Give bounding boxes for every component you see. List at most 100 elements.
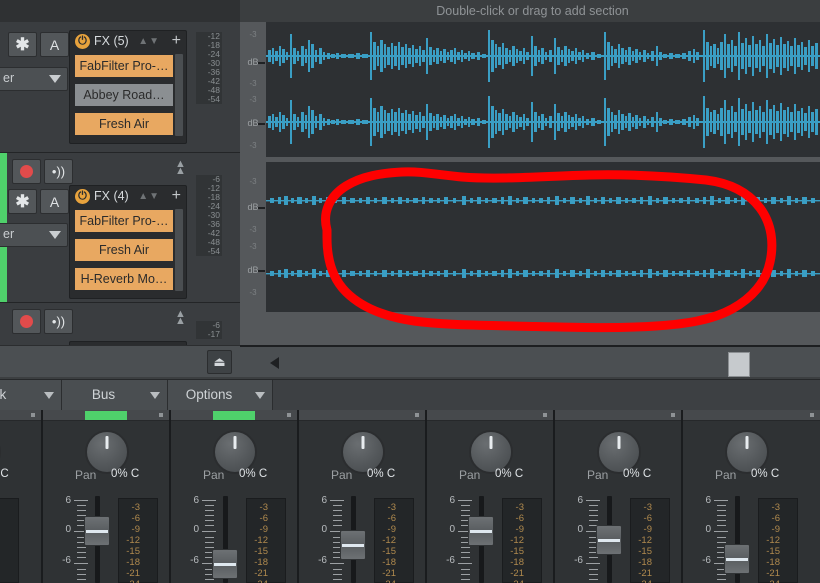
fx-rack-1[interactable]: ⏻ FX (5) ▲▼ + FabFilter Pro-… Abbey Road…	[69, 30, 187, 144]
strip-marker-icon	[159, 413, 163, 417]
fx-slot[interactable]: FabFilter Pro-…	[74, 54, 174, 78]
fader-area[interactable]: -3 -6 -9 -12 -15 -18 -21 -24	[0, 492, 43, 583]
scroll-left-arrow-icon[interactable]	[270, 357, 279, 369]
add-section-hint[interactable]: Double-click or drag to add section	[245, 0, 820, 22]
meter-tick: -3	[259, 502, 268, 513]
monitor-button-2[interactable]: •))	[44, 159, 73, 184]
strip-top-bar[interactable]	[43, 410, 169, 421]
meter-tick: -15	[382, 546, 396, 557]
menu-bus[interactable]: Bus	[62, 380, 168, 411]
mixer-strip-3[interactable]: Pan 0% C 6 0 -6 -3 -6 -9 -12 -15 -18 -21	[299, 410, 427, 583]
meter-tick: -6	[387, 513, 396, 524]
fx-rack-2[interactable]: ⏻ FX (4) ▲▼ + FabFilter Pro-… Fresh Air …	[69, 185, 187, 299]
mixer-strip-6[interactable]: Pan 0% C 6 0 -6 -3 -6 -9 -12 -15 -18 -21	[683, 410, 820, 583]
fader-area[interactable]: 6 0 -6 -3 -6 -9 -12 -15 -18 -21	[683, 492, 820, 583]
meter-scale: -3 -6 -9 -12 -15 -18 -21 -24	[502, 502, 524, 583]
asterisk-button-1[interactable]: ✱	[8, 32, 37, 57]
db-tick	[258, 207, 265, 209]
audio-clip-2[interactable]	[266, 162, 820, 312]
pan-label: Pan	[75, 468, 97, 482]
fx-move-arrows[interactable]: ▲▼	[138, 36, 160, 47]
strip-top-bar[interactable]	[555, 410, 681, 421]
record-button-2[interactable]	[12, 159, 41, 184]
fader-area[interactable]: 6 0 -6 -3 -6 -9 -12 -15 -18 -21	[171, 492, 299, 583]
db-label: -3	[249, 30, 257, 39]
horizontal-scrollbar[interactable]	[240, 345, 820, 377]
fx-add-icon[interactable]: +	[172, 187, 181, 205]
mixer-strip-2[interactable]: Pan 0% C 6 0 -6 -3 -6 -9 -12 -15 -18 -21	[171, 410, 299, 583]
track-header-2[interactable]: •)) ✱ A er ▲ ▲ ⏻ FX (4) ▲▼ + FabFilter P…	[0, 153, 240, 303]
fx-slot[interactable]: Fresh Air	[74, 238, 174, 262]
meter-tick: -15	[510, 546, 524, 557]
fader-handle[interactable]	[724, 544, 750, 574]
track-input-dropdown-1[interactable]: er	[0, 67, 68, 91]
meter-tick: -18	[382, 557, 396, 568]
strip-marker-icon	[543, 413, 547, 417]
fader-area[interactable]: 6 0 -6 -3 -6 -9 -12 -15 -18 -21	[299, 492, 427, 583]
fader-handle[interactable]	[84, 516, 110, 546]
fx-slot[interactable]: H-Reverb Mo…	[74, 267, 174, 291]
fader-area[interactable]: 6 0 -6 -3 -6 -9 -12 -15 -18 -21	[427, 492, 555, 583]
mixer-strip-5[interactable]: Pan 0% C 6 0 -6 -3 -6 -9 -12 -15 -18 -21	[555, 410, 683, 583]
fader-handle[interactable]	[596, 525, 622, 555]
track-input-dropdown-2[interactable]: er	[0, 223, 68, 247]
scrollbar-thumb[interactable]	[728, 352, 750, 377]
automation-icon: A	[49, 193, 60, 210]
asterisk-button-2[interactable]: ✱	[8, 189, 37, 214]
fx-scrollbar[interactable]	[175, 209, 183, 291]
fx-add-icon[interactable]: +	[172, 32, 181, 50]
fader-area[interactable]: 6 0 -6 -3 -6 -9 -12 -15 -18 -21	[555, 492, 683, 583]
mixer-strip-1[interactable]: Pan 0% C 6 0 -6 -3 -6 -9 -12 -15 -18 -21	[43, 410, 171, 583]
fx-slot[interactable]: FabFilter Pro-…	[74, 209, 174, 233]
meter-tick: -21	[766, 568, 780, 579]
meter-tick: -18	[638, 557, 652, 568]
strip-top-bar[interactable]	[683, 410, 820, 421]
collapse-chevron-3[interactable]: ▲ ▲	[175, 309, 186, 327]
fader-handle[interactable]	[212, 549, 238, 579]
record-button-3[interactable]	[12, 309, 41, 334]
fx-slot[interactable]: Abbey Road…	[74, 83, 174, 107]
fx-scrollbar[interactable]	[175, 54, 183, 136]
automation-button-2[interactable]: A	[40, 189, 69, 214]
meter-tick: -9	[259, 524, 268, 535]
power-icon[interactable]: ⏻	[75, 34, 90, 49]
monitor-icon: •))	[51, 314, 66, 329]
empty-track-lane[interactable]	[240, 312, 820, 345]
strip-top-bar[interactable]	[299, 410, 425, 421]
strip-top-bar[interactable]	[171, 410, 297, 421]
meter-tick: -15	[638, 546, 652, 557]
audio-clip-1[interactable]	[266, 22, 820, 157]
fader-handle[interactable]	[468, 516, 494, 546]
collapse-chevron-2[interactable]: ▲ ▲	[175, 159, 186, 177]
meter-tick: -24	[246, 579, 268, 583]
strip-top-bar[interactable]	[427, 410, 553, 421]
menu-options[interactable]: Options	[168, 380, 273, 411]
pan-label: Pan	[459, 468, 481, 482]
power-icon[interactable]: ⏻	[75, 189, 90, 204]
db-tick	[258, 62, 265, 64]
fx-rack-header-1: ⏻ FX (5) ▲▼ +	[70, 31, 186, 52]
track-header-1[interactable]: ✱ A er ⏻ FX (5) ▲▼ + FabFilter Pro-… Abb…	[0, 22, 240, 153]
eject-button[interactable]: ⏏	[207, 350, 232, 374]
arrange-view[interactable]: -3 dB -3 -3 dB -3 -3 dB -3 -3 dB -3	[240, 22, 820, 345]
fader-area[interactable]: 6 0 -6 -3 -6 -9 -12 -15 -18 -21	[43, 492, 171, 583]
daw-window: Double-click or drag to add section ✱ A …	[0, 0, 820, 583]
fader-handle[interactable]	[340, 530, 366, 560]
meter-tick: -21	[638, 568, 652, 579]
fader-scale-top: 6	[321, 495, 327, 506]
track-meter-scale-1: -12 -18 -24 -30 -36 -42 -48 -54	[196, 32, 222, 104]
fx-slot[interactable]: Fresh Air	[74, 112, 174, 136]
monitor-button-3[interactable]: •))	[44, 309, 73, 334]
meter-tick: -54	[207, 94, 220, 104]
fx-move-arrows[interactable]: ▲▼	[138, 191, 160, 202]
meter-tick: -24	[118, 579, 140, 583]
track-header-column: ✱ A er ⏻ FX (5) ▲▼ + FabFilter Pro-… Abb…	[0, 22, 240, 371]
menu-track[interactable]: ck	[0, 380, 62, 411]
mixer-strip-4[interactable]: Pan 0% C 6 0 -6 -3 -6 -9 -12 -15 -18 -21	[427, 410, 555, 583]
strip-top-bar[interactable]	[0, 410, 41, 421]
automation-button-1[interactable]: A	[40, 32, 69, 57]
meter-scale: -3 -6 -9 -12 -15 -18 -21 -24	[246, 502, 268, 583]
record-icon	[20, 165, 33, 178]
meter-tick: -6	[771, 513, 780, 524]
mixer-strip-0[interactable]: Pan % C -3 -6 -9 -12 -15 -18 -21 -24	[0, 410, 43, 583]
